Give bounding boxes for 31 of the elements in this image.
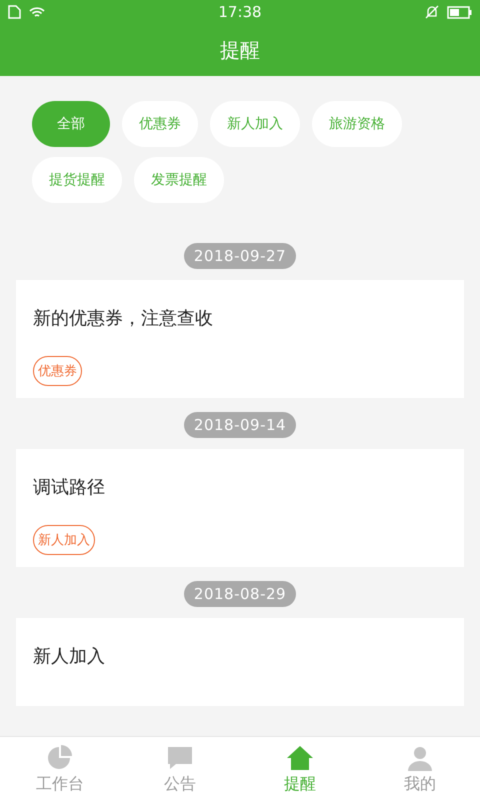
category-tag: 优惠券 [33, 356, 82, 386]
filter-chip[interactable]: 全部 [32, 101, 110, 147]
reminder-title: 调试路径 [33, 476, 105, 500]
clock: 17:38 [218, 3, 262, 21]
bell-off-icon [424, 5, 439, 19]
filter-chip[interactable]: 发票提醒 [134, 157, 224, 203]
wifi-icon [29, 6, 45, 18]
reminder-title: 新人加入 [33, 645, 105, 669]
nav-tab[interactable]: 公告 [120, 737, 240, 800]
page-title: 提醒 [220, 36, 260, 64]
pie-chart-icon [47, 745, 73, 771]
nav-tab[interactable]: 我的 [360, 737, 480, 800]
reminder-title: 新的优惠券，注意查收 [33, 307, 213, 331]
filter-chip[interactable]: 旅游资格 [312, 101, 402, 147]
nav-tab[interactable]: 提醒 [240, 737, 360, 800]
person-icon [407, 745, 433, 771]
category-tag: 新人加入 [33, 525, 95, 555]
reminder-card[interactable]: 调试路径 新人加入 [16, 449, 464, 567]
battery-icon [446, 6, 472, 18]
date-label: 2018-09-27 [184, 243, 296, 269]
reminder-card[interactable]: 新的优惠券，注意查收 优惠券 [16, 280, 464, 398]
nav-tab[interactable]: 工作台 [0, 737, 120, 800]
filter-chip[interactable]: 提货提醒 [32, 157, 122, 203]
reminder-card[interactable]: 新人加入 [16, 618, 464, 706]
date-label: 2018-09-14 [184, 412, 296, 438]
chat-icon [166, 745, 194, 771]
filter-chip[interactable]: 优惠券 [122, 101, 198, 147]
sim-icon [8, 5, 21, 19]
filter-chip[interactable]: 新人加入 [210, 101, 300, 147]
home-icon [286, 745, 314, 771]
date-label: 2018-08-29 [184, 581, 296, 607]
